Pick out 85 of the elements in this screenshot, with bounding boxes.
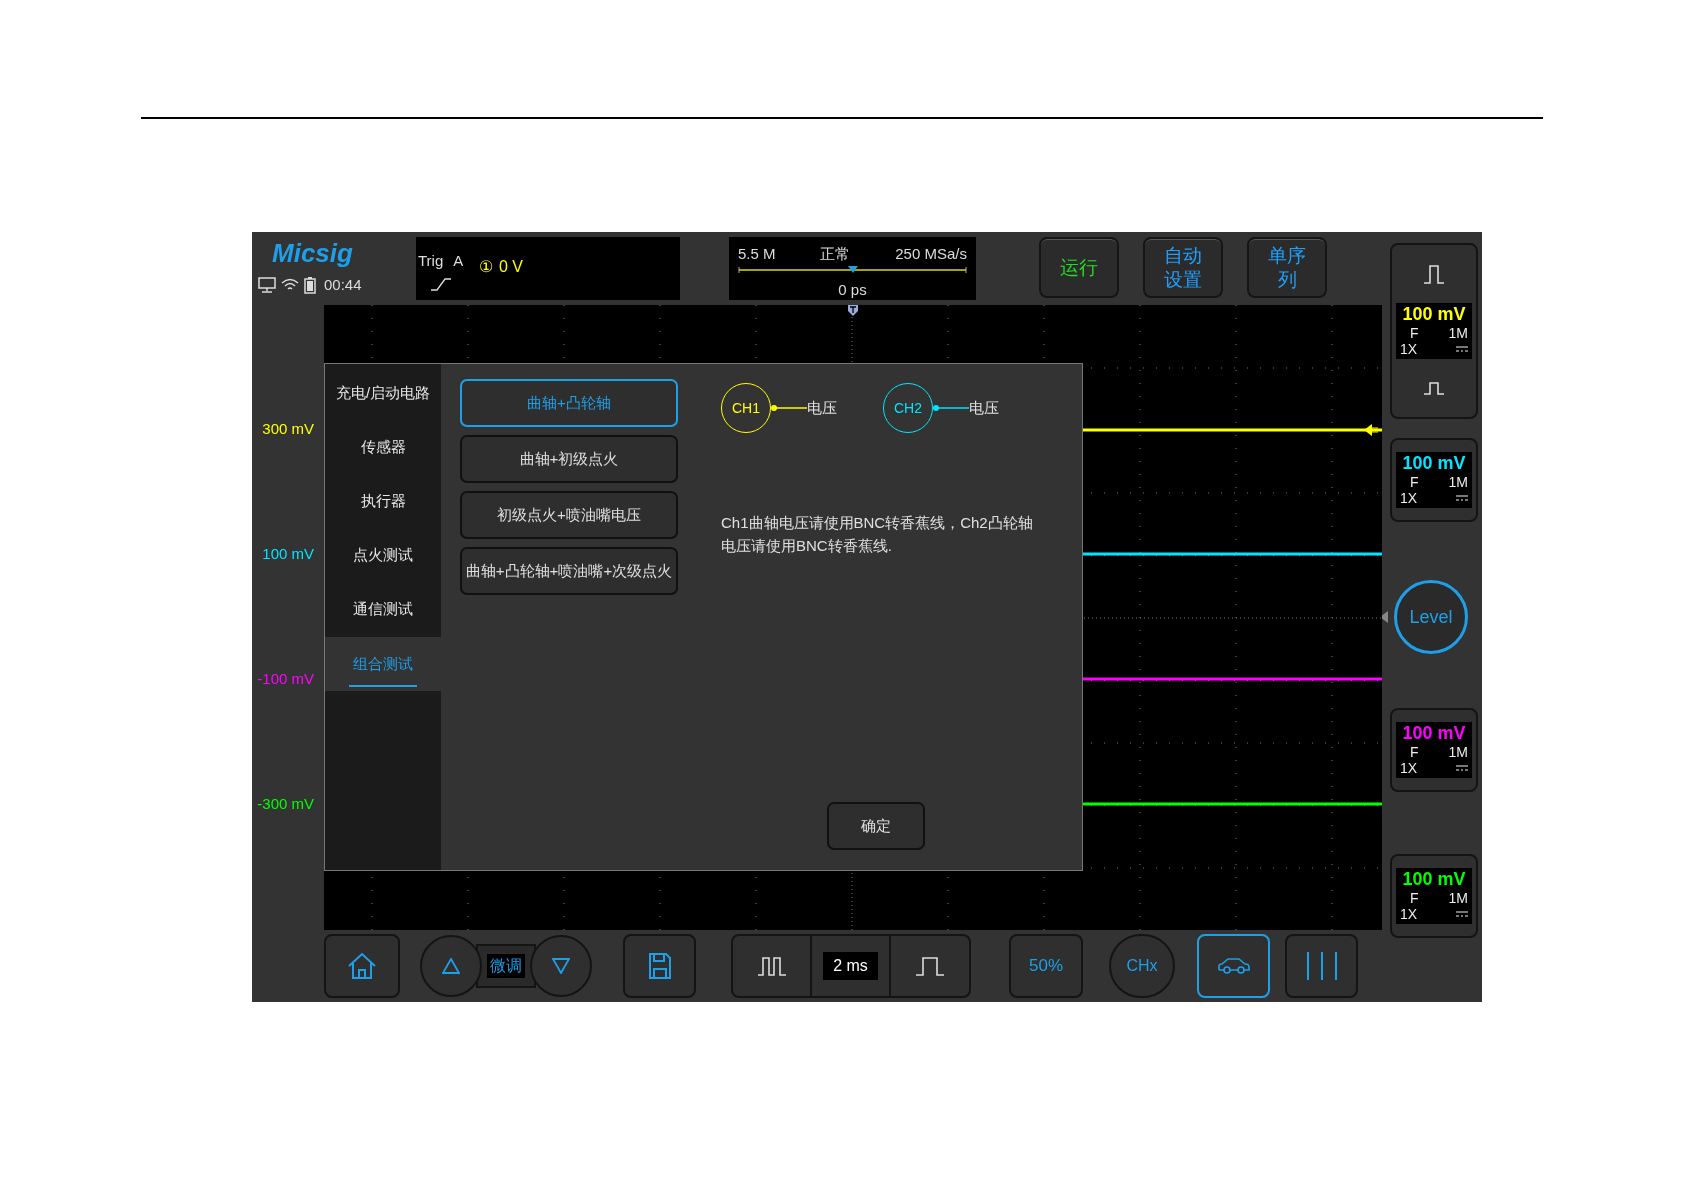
impedance-label: 1M: [1448, 744, 1468, 760]
volts-per-division: 100 mV: [1401, 868, 1467, 890]
falling-pulse-icon: [1423, 381, 1445, 395]
control-button[interactable]: 自动设置: [1143, 237, 1223, 298]
channel-button[interactable]: CHx: [1109, 934, 1175, 998]
category-tab[interactable]: 点火测试: [325, 529, 441, 583]
coupling-label: F: [1410, 890, 1419, 906]
offset-label: -100 mV: [257, 669, 314, 690]
rising-pulse-icon: [1423, 264, 1445, 284]
probe-ratio: 1X: [1400, 341, 1418, 357]
channel-card[interactable]: 100 mV F 1M 1X: [1390, 438, 1478, 522]
battery-icon: [304, 276, 316, 295]
trigger-level-marker-icon[interactable]: [1364, 424, 1378, 436]
probe-ratio: 1X: [1400, 490, 1418, 506]
acquisition-mode: 正常: [820, 244, 851, 264]
signal-label: 电压: [969, 397, 999, 418]
offset-label: -300 mV: [257, 794, 314, 815]
signal-label: 电压: [807, 397, 837, 418]
coupling-label: F: [1410, 325, 1419, 341]
trigger-source: A: [453, 251, 464, 271]
probe-lead-line: [933, 405, 969, 411]
impedance-label: 1M: [1448, 325, 1468, 341]
channel-symbol: ①: [479, 257, 493, 277]
test-option-button[interactable]: 曲轴+初级点火: [460, 435, 678, 483]
trigger-position-marker-icon[interactable]: [848, 305, 858, 316]
probe-ratio: 1X: [1400, 760, 1418, 776]
percent-button[interactable]: 50%: [1009, 934, 1083, 998]
volts-per-division: 100 mV: [1401, 303, 1467, 325]
monitor-icon: [258, 277, 276, 294]
test-option-button[interactable]: 曲轴+凸轮轴+喷油嘴+次级点火: [460, 547, 678, 595]
impedance-label: 1M: [1448, 890, 1468, 906]
home-icon: [347, 952, 377, 980]
volts-per-division: 100 mV: [1401, 452, 1467, 474]
category-tab[interactable]: 执行器: [325, 475, 441, 529]
trigger-level: 0 V: [499, 257, 523, 277]
confirm-button[interactable]: 确定: [827, 802, 925, 850]
category-tab[interactable]: 组合测试: [325, 637, 441, 691]
fine-tune-label: 微调: [487, 954, 525, 978]
offset-label: 300 mV: [262, 419, 314, 440]
category-tab[interactable]: 充电/启动电路: [325, 367, 441, 421]
sample-rate: 250 MSa/s: [895, 244, 967, 264]
clock-time: 00:44: [324, 275, 362, 295]
brand-logo: Micsig: [271, 240, 354, 266]
pointer-icon: [1380, 611, 1388, 623]
test-option-button[interactable]: 初级点火+喷油嘴电压: [460, 491, 678, 539]
category-tab[interactable]: 传感器: [325, 421, 441, 475]
control-button[interactable]: 运行: [1039, 237, 1119, 298]
dc-coupling-icon: [1456, 911, 1468, 917]
trigger-panel[interactable]: Trig A ① 0 V: [416, 237, 680, 300]
home-button[interactable]: [324, 934, 400, 998]
category-tab[interactable]: 通信测试: [325, 583, 441, 637]
dc-coupling-icon: [1456, 346, 1468, 352]
probe-lead-line: [771, 405, 807, 411]
vehicle-button[interactable]: [1197, 934, 1270, 998]
time-offset: 0 ps: [838, 280, 867, 300]
volts-per-division: 100 mV: [1401, 722, 1467, 744]
car-icon: [1216, 957, 1251, 975]
rising-edge-icon: [430, 277, 452, 291]
single-pulse-icon: [915, 956, 945, 976]
save-icon: [647, 952, 672, 980]
level-knob-button[interactable]: Level: [1394, 580, 1468, 654]
up-triangle-icon: [442, 958, 460, 974]
test-option-button[interactable]: 曲轴+凸轮轴: [460, 379, 678, 427]
probe-ratio: 1X: [1400, 906, 1418, 922]
control-button[interactable]: 单序列: [1247, 237, 1327, 298]
offset-label: 100 mV: [262, 544, 314, 565]
dc-coupling-icon: [1456, 765, 1468, 771]
cursor-button[interactable]: [1285, 934, 1358, 998]
position-slider-drawing[interactable]: [738, 264, 967, 276]
coupling-label: F: [1410, 474, 1419, 490]
impedance-label: 1M: [1448, 474, 1468, 490]
vertical-lines-icon: [1304, 951, 1339, 981]
down-triangle-icon: [552, 958, 570, 974]
save-button[interactable]: [623, 934, 696, 998]
memory-depth: 5.5 M: [738, 244, 776, 264]
time-scale-readout: 2 ms: [823, 952, 878, 980]
trigger-label: Trig: [418, 251, 444, 271]
channel-card[interactable]: 100 mV F 1M 1X: [1390, 854, 1478, 938]
coupling-label: F: [1410, 744, 1419, 760]
timebase-panel[interactable]: 5.5 M 正常 250 MSa/s 0 ps: [729, 237, 976, 300]
dc-coupling-icon: [1456, 495, 1468, 501]
channel-card[interactable]: 100 mV F 1M 1X: [1390, 708, 1478, 792]
channel-card[interactable]: 100 mV F 1M 1X: [1390, 243, 1478, 419]
instruction-text: Ch1曲轴电压请使用BNC转香蕉线，Ch2凸轮轴电压请使用BNC转香蕉线.: [721, 513, 1034, 556]
pulse-train-icon: [756, 956, 787, 976]
